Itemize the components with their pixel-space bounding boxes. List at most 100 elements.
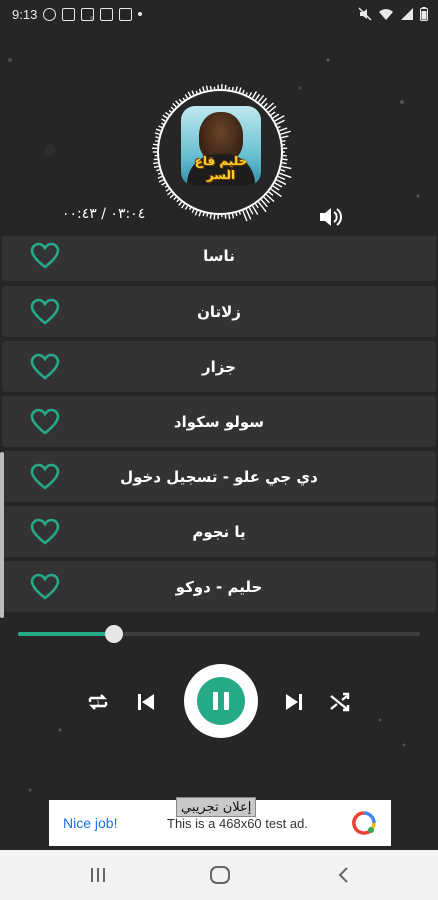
track-row[interactable]: سولو سكواد [2,396,436,447]
visualizer-spike [277,175,286,181]
visualizer-spike [209,86,212,90]
track-title: دي جي علو - تسجيل دخول [120,467,318,486]
home-icon[interactable] [208,863,232,887]
gallery-icon [100,7,114,21]
image-icon [81,7,95,21]
visualizer-spike [169,194,175,199]
track-row[interactable]: حليم - دوكو [2,561,436,612]
battery-icon [420,7,428,21]
svg-text:1: 1 [96,700,100,707]
playback-controls: 1 [0,664,438,744]
visualizer-spike [158,125,163,129]
wifi-icon [379,9,393,20]
visualizer-spike [279,172,292,179]
repeat-icon[interactable]: 1 [84,688,112,716]
visualizer-spike [176,199,180,203]
visualizer-spike [195,90,198,94]
pause-icon [197,677,245,725]
visualizer-spike [194,210,198,216]
visualizer-spike [198,211,202,217]
visualizer-spike [231,86,234,91]
ad-network-logo-icon [352,811,376,835]
heart-outline-icon[interactable] [30,298,60,325]
album-art: حليم قاع السر [181,106,261,186]
visualizer-spike [158,179,164,183]
status-time: 9:13 [12,6,38,22]
next-icon[interactable] [280,688,308,716]
visualizer-spike [228,214,231,220]
visualizer-spike [188,207,192,210]
visualizer-spike [281,139,286,142]
visualizer-spike [257,95,265,103]
track-row[interactable]: ناسا [2,236,436,281]
visualizer-spike [178,98,183,103]
visualizer-spike [206,213,209,217]
track-row[interactable]: يا نجوم [2,506,436,557]
visualizer-spike [281,162,287,165]
track-row[interactable]: زلاتان [2,286,436,337]
visualizer-spike [263,196,270,204]
visualizer-spike [202,212,205,217]
heart-outline-icon[interactable] [30,242,60,269]
heart-outline-icon[interactable] [30,573,60,600]
visualizer-spike [181,203,186,209]
visualizer-spike [242,89,245,94]
previous-icon[interactable] [132,688,160,716]
visualizer-spike [161,182,166,186]
mute-icon [358,7,372,21]
status-bar: 9:13 [0,0,438,28]
visualizer-spike [154,132,160,135]
heart-outline-icon[interactable] [30,463,60,490]
visualizer-spike [155,136,159,139]
visualizer-spike [202,86,205,92]
visualizer-spike [162,114,168,119]
track-title: ناسا [203,246,235,265]
visualizer-spike [245,209,252,220]
visualizer-spike [178,201,183,206]
scroll-indicator[interactable] [0,452,4,618]
visualizer-spike [205,85,209,91]
visualizer-spike [276,119,285,125]
system-nav-bar [0,850,438,900]
pause-button[interactable] [184,664,258,738]
back-icon[interactable] [332,863,356,887]
visualizer-spike [248,207,254,215]
visualizer-spike [277,125,281,129]
visualizer-spike [251,91,258,99]
seek-thumb[interactable] [105,625,124,643]
heart-outline-icon[interactable] [30,518,60,545]
heart-outline-icon[interactable] [30,353,60,380]
volume-icon[interactable] [318,205,344,229]
ad-label: إعلان تجريبي [176,797,257,817]
track-title: جزار [202,357,236,376]
visualizer-spike [270,111,276,116]
playlist[interactable]: ناسا زلاتان جزار سولو سكواد دي جي علو - … [2,236,436,614]
visualizer-spike [268,191,274,196]
visualizer-spike [279,127,288,132]
visualizer-spike [274,182,283,188]
dot-icon [138,12,143,16]
visualizer-spike [282,158,288,161]
visualizer-spike [170,106,175,110]
visualizer-spike [280,169,286,172]
visualizer-spike [209,214,212,219]
heart-outline-icon[interactable] [30,408,60,435]
gallery-icon [62,7,76,21]
visualizer-spike [157,175,163,179]
image-icon [119,7,133,21]
album-art-caption: حليم قاع السر [194,154,248,182]
visualizer-spike [272,185,280,191]
visualizer-spike [272,113,280,119]
visualizer-spike [263,102,268,108]
recent-apps-icon[interactable] [86,863,110,887]
visualizer-spike [238,211,242,215]
visualizer-spike [198,88,202,93]
visualizer-spike [187,91,192,97]
shuffle-icon[interactable] [326,688,354,716]
track-row[interactable]: جزار [2,341,436,392]
visualizer-spike [254,93,261,101]
visualizer-spike [184,94,189,99]
seek-bar[interactable] [18,625,420,643]
track-row[interactable]: دي جي علو - تسجيل دخول [2,451,436,502]
visualizer-spike [173,196,177,200]
